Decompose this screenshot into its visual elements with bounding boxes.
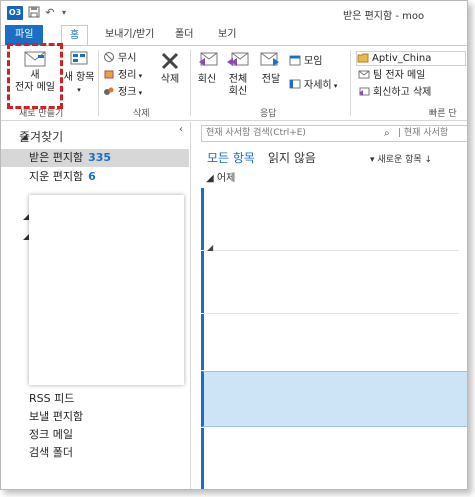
undo-icon[interactable]: ↶: [43, 6, 57, 20]
reply-label: 회신: [197, 74, 217, 85]
expand-thread-icon[interactable]: ◢: [207, 243, 213, 252]
sort-dropdown[interactable]: ▾ 새로운 항목 ↓: [370, 152, 432, 165]
ribbon: 새 전자 메일 새 항목 ▾ 새로 만들기 무시 정리 ▾ 정크 ▾ 삭제 삭제…: [1, 45, 467, 121]
new-items-button[interactable]: 새 항목 ▾: [61, 50, 97, 96]
deleted-count: 6: [88, 170, 96, 183]
customize-icon[interactable]: ▾: [57, 6, 71, 20]
new-items-label: 새 항목: [63, 72, 95, 83]
more-label: 자세히: [304, 80, 332, 91]
search-scope-label[interactable]: | 현재 사서함: [398, 126, 448, 141]
ignore-label: 무시: [118, 53, 137, 64]
group-header-yesterday[interactable]: ◢ 어제: [206, 169, 235, 184]
ignore-button[interactable]: 무시: [103, 51, 136, 67]
forward-icon: [260, 52, 279, 66]
tab-send-receive[interactable]: 보내기/받기: [97, 25, 162, 45]
title-bar: O3 ↶ ▾ 받은 편지함 - moo: [1, 1, 467, 25]
delete-button[interactable]: 삭제: [153, 50, 187, 86]
delete-icon: [161, 52, 179, 70]
quickstep-item-1[interactable]: Aptiv_China: [356, 51, 466, 66]
message-list: 현재 사서함 검색(Ctrl+E) ⌕ | 현재 사서함 모든 항목 읽지 않음…: [192, 122, 467, 489]
group-divider: [98, 50, 99, 116]
reply-all-button[interactable]: 전체 회신: [223, 50, 253, 98]
outlook-app-icon: O3: [7, 6, 23, 20]
favorites-header[interactable]: 즐겨찾기: [19, 128, 63, 145]
group-label-quicksteps: 빠른 단: [429, 109, 457, 119]
folder-inbox[interactable]: 받은 편지함 335: [1, 149, 189, 167]
quickstep-item-3[interactable]: 회신하고 삭제: [358, 85, 431, 101]
message-item[interactable]: ◢: [201, 243, 467, 313]
tab-folder[interactable]: 폴더: [167, 25, 201, 45]
more-icon: [289, 78, 301, 90]
junk-label: 정크: [118, 87, 137, 98]
cleanup-button[interactable]: 정리 ▾: [103, 68, 142, 84]
group-label-delete: 삭제: [133, 109, 150, 119]
folder-inbox-label: 받은 편지함: [29, 151, 84, 164]
tab-view[interactable]: 보기: [210, 25, 244, 45]
group-divider: [190, 50, 191, 116]
search-icon[interactable]: ⌕: [384, 126, 390, 141]
folder-deleted-label: 지운 편지함: [29, 170, 84, 183]
outlook-window: O3 ↶ ▾ 받은 편지함 - moo 파일 홈 보내기/받기 폴더 보기 새 …: [0, 0, 468, 490]
tab-file[interactable]: 파일: [5, 25, 44, 45]
junk-button[interactable]: 정크 ▾: [103, 85, 142, 101]
folder-outbox[interactable]: 보낼 편지함: [1, 408, 189, 426]
forward-label: 전달: [261, 74, 281, 85]
folder-rss[interactable]: RSS 피드: [1, 390, 189, 408]
cleanup-label: 정리: [118, 70, 137, 81]
search-placeholder: 현재 사서함 검색(Ctrl+E): [206, 128, 306, 138]
quickstep-label-1: Aptiv_China: [372, 53, 432, 64]
message-item[interactable]: [201, 188, 467, 250]
ignore-icon: [103, 51, 115, 63]
group-label-respond: 응답: [260, 109, 277, 119]
new-items-icon: [70, 51, 88, 65]
meeting-label: 모임: [304, 56, 323, 67]
ribbon-tabs: 파일 홈 보내기/받기 폴더 보기: [1, 25, 467, 46]
new-email-label: 새 전자 메일: [15, 70, 55, 93]
junk-icon: [103, 85, 115, 97]
reply-all-icon: [227, 52, 249, 66]
forward-button[interactable]: 전달: [257, 50, 285, 86]
folder-junk-label: 정크 메일: [29, 428, 73, 441]
quickstep-label-2: 팀 전자 메일: [373, 70, 426, 81]
tab-home[interactable]: 홈: [61, 25, 89, 46]
window-title: 받은 편지함 - moo: [343, 11, 425, 22]
reply-icon: [199, 52, 218, 66]
group-label-new: 새로 만들기: [19, 109, 64, 119]
reply-delete-icon: [358, 85, 370, 97]
message-item[interactable]: [201, 314, 467, 370]
filter-unread[interactable]: 읽지 않음: [268, 149, 316, 166]
cleanup-icon: [103, 68, 115, 80]
quickstep-folder-icon: [357, 52, 369, 64]
meeting-button[interactable]: 모임: [289, 54, 322, 70]
new-email-button[interactable]: 새 전자 메일: [11, 50, 59, 94]
folder-pane: ◢ 즐겨찾기 ‹ 받은 편지함 335 지운 편지함 6 ◢ ◢ RSS 피드 보낼…: [1, 122, 191, 489]
save-icon[interactable]: [27, 6, 41, 20]
folder-search-label: 검색 폴더: [29, 446, 73, 459]
inbox-count: 335: [88, 151, 112, 164]
more-respond-button[interactable]: 자세히 ▾: [289, 78, 337, 94]
new-email-icon: [24, 51, 46, 67]
folder-junk[interactable]: 정크 메일: [1, 426, 189, 444]
folder-rss-label: RSS 피드: [29, 392, 75, 405]
delete-label: 삭제: [160, 74, 180, 85]
reply-all-label: 전체 회신: [228, 74, 248, 97]
folder-outbox-label: 보낼 편지함: [29, 410, 84, 423]
message-item[interactable]: [201, 428, 467, 489]
minimize-pane-icon[interactable]: ‹: [179, 124, 183, 135]
team-email-icon: [358, 68, 370, 80]
quickstep-label-3: 회신하고 삭제: [373, 87, 432, 98]
reply-button[interactable]: 회신: [193, 50, 221, 86]
folder-search[interactable]: 검색 폴더: [1, 444, 189, 462]
quickstep-item-2[interactable]: 팀 전자 메일: [358, 68, 425, 84]
folder-deleted[interactable]: 지운 편지함 6: [1, 168, 189, 186]
message-item-selected[interactable]: [201, 371, 467, 427]
meeting-icon: [289, 54, 301, 66]
search-input[interactable]: 현재 사서함 검색(Ctrl+E) ⌕ | 현재 사서함: [201, 125, 467, 142]
filter-all-items[interactable]: 모든 항목: [207, 149, 255, 166]
account-popup: [29, 195, 184, 385]
group-divider: [350, 50, 351, 116]
